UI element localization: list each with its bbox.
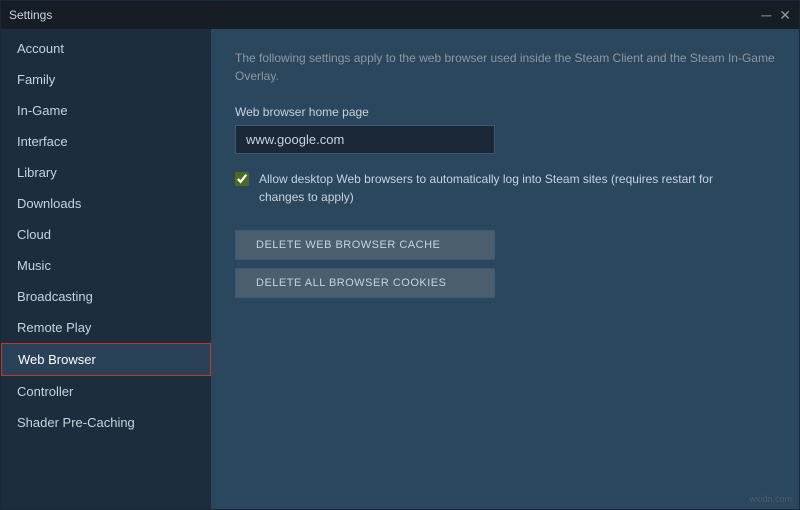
- sidebar-item-shader-pre-caching[interactable]: Shader Pre-Caching: [1, 407, 211, 438]
- delete-cache-button[interactable]: DELETE WEB BROWSER CACHE: [235, 230, 495, 260]
- sidebar-item-controller[interactable]: Controller: [1, 376, 211, 407]
- sidebar-item-cloud[interactable]: Cloud: [1, 219, 211, 250]
- sidebar-item-account[interactable]: Account: [1, 33, 211, 64]
- checkbox-label[interactable]: Allow desktop Web browsers to automatica…: [259, 170, 735, 206]
- watermark: wxidn.com: [749, 494, 792, 504]
- window-title: Settings: [9, 8, 52, 22]
- home-page-label: Web browser home page: [235, 105, 775, 119]
- sidebar-item-downloads[interactable]: Downloads: [1, 188, 211, 219]
- sidebar-item-library[interactable]: Library: [1, 157, 211, 188]
- titlebar: Settings ─ ✕: [1, 1, 799, 29]
- settings-window: Settings ─ ✕ AccountFamilyIn-GameInterfa…: [0, 0, 800, 510]
- close-button[interactable]: ✕: [779, 8, 791, 22]
- minimize-button[interactable]: ─: [761, 8, 771, 22]
- delete-cookies-button[interactable]: DELETE ALL BROWSER COOKIES: [235, 268, 495, 298]
- checkbox-row: Allow desktop Web browsers to automatica…: [235, 170, 735, 206]
- sidebar-item-family[interactable]: Family: [1, 64, 211, 95]
- home-page-input[interactable]: [235, 125, 495, 154]
- sidebar-item-remote-play[interactable]: Remote Play: [1, 312, 211, 343]
- sidebar-item-music[interactable]: Music: [1, 250, 211, 281]
- sidebar-item-broadcasting[interactable]: Broadcasting: [1, 281, 211, 312]
- description-text: The following settings apply to the web …: [235, 49, 775, 85]
- auto-login-checkbox[interactable]: [235, 172, 249, 186]
- sidebar-item-in-game[interactable]: In-Game: [1, 95, 211, 126]
- sidebar-item-interface[interactable]: Interface: [1, 126, 211, 157]
- main-content: AccountFamilyIn-GameInterfaceLibraryDown…: [1, 29, 799, 509]
- main-panel: The following settings apply to the web …: [211, 29, 799, 509]
- sidebar: AccountFamilyIn-GameInterfaceLibraryDown…: [1, 29, 211, 509]
- titlebar-controls: ─ ✕: [761, 8, 791, 22]
- sidebar-item-web-browser[interactable]: Web Browser: [1, 343, 211, 376]
